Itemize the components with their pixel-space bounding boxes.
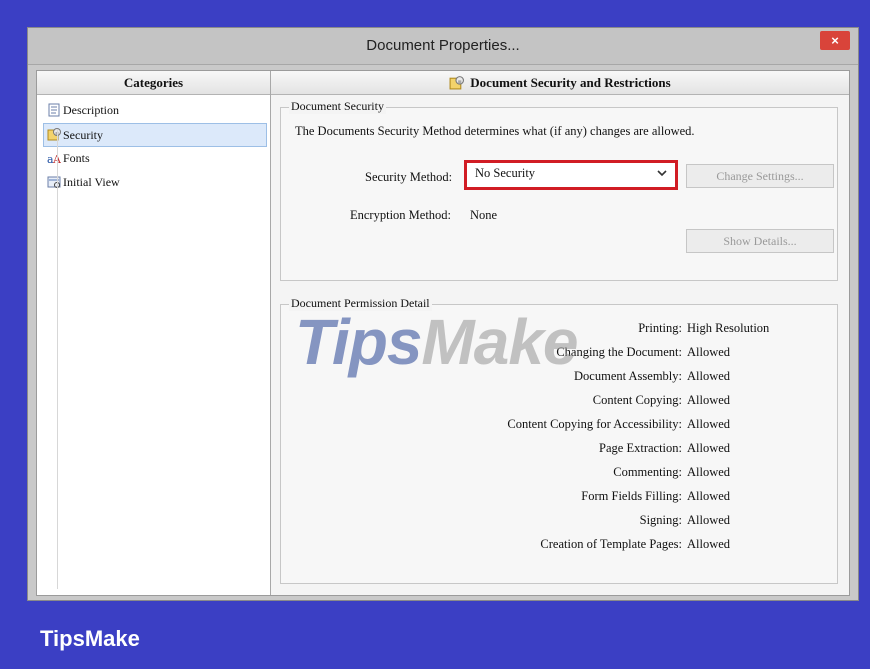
main-header: Document Security and Restrictions xyxy=(271,71,849,95)
permission-value: Allowed xyxy=(687,393,731,407)
permission-value: Allowed xyxy=(687,465,731,479)
document-security-group: Document Security The Documents Security… xyxy=(280,99,838,281)
permission-value: Allowed xyxy=(687,345,731,359)
brand-logo: TipsMake xyxy=(40,626,140,651)
show-details-button[interactable]: Show Details... xyxy=(686,229,834,253)
permission-label: Content Copying: xyxy=(592,393,682,407)
change-settings-button[interactable]: Change Settings... xyxy=(686,164,834,188)
permission-value: High Resolution xyxy=(687,321,770,335)
categories-list: Description Security a A Fonts Initial V… xyxy=(37,99,270,195)
chevron-down-icon xyxy=(657,170,667,177)
permission-value: Allowed xyxy=(687,489,731,503)
permission-label: Page Extraction: xyxy=(599,441,682,455)
permission-label: Creation of Template Pages: xyxy=(540,537,682,551)
permission-label: Signing: xyxy=(639,513,682,527)
category-label: Fonts xyxy=(63,151,90,165)
permission-row-page-extraction: Page Extraction: Allowed xyxy=(281,441,837,461)
watermark-logo: TipsMake xyxy=(295,305,579,379)
description-icon xyxy=(48,103,60,117)
encryption-method-label: Encryption Method: xyxy=(350,208,452,222)
security-method-dropdown[interactable]: No Security xyxy=(464,160,678,190)
categories-scroll-gutter xyxy=(37,129,58,589)
security-method-value: No Security xyxy=(475,166,536,180)
permission-row-form-filling: Form Fields Filling: Allowed xyxy=(281,489,837,509)
category-item-description[interactable]: Description xyxy=(37,99,270,123)
permission-label: Printing: xyxy=(638,321,682,335)
permission-value: Allowed xyxy=(687,417,731,431)
main-header-title: Document Security and Restrictions xyxy=(470,75,671,90)
permission-value: Allowed xyxy=(687,369,731,383)
security-description: The Documents Security Method determines… xyxy=(295,124,695,138)
categories-header: Categories xyxy=(37,71,270,95)
category-item-initial-view[interactable]: Initial View xyxy=(37,171,270,195)
permission-row-accessibility: Content Copying for Accessibility: Allow… xyxy=(281,417,837,437)
permission-value: Allowed xyxy=(687,513,731,527)
group-legend: Document Security xyxy=(289,99,386,114)
encryption-method-value: None xyxy=(470,208,498,222)
permission-row-signing: Signing: Allowed xyxy=(281,513,837,533)
category-item-security[interactable]: Security xyxy=(43,123,267,147)
category-label: Description xyxy=(63,103,119,117)
permission-label: Document Assembly: xyxy=(574,369,682,383)
permission-row-template-pages: Creation of Template Pages: Allowed xyxy=(281,537,837,557)
permission-label: Commenting: xyxy=(613,465,682,479)
permission-label: Form Fields Filling: xyxy=(581,489,682,503)
category-label: Initial View xyxy=(63,175,120,189)
permission-value: Allowed xyxy=(687,537,731,551)
watermark-part1: Tips xyxy=(295,306,422,378)
category-item-fonts[interactable]: a A Fonts xyxy=(37,147,270,171)
title-bar[interactable]: Document Properties... × xyxy=(28,28,858,65)
category-label: Security xyxy=(63,128,103,142)
categories-panel: Categories Description Security a A Font… xyxy=(37,71,271,595)
permission-row-commenting: Commenting: Allowed xyxy=(281,465,837,485)
security-icon xyxy=(449,76,465,90)
window-title: Document Properties... xyxy=(366,37,520,54)
security-method-label: Security Method: xyxy=(365,170,453,184)
permission-row-content-copying: Content Copying: Allowed xyxy=(281,393,837,413)
close-button[interactable]: × xyxy=(820,31,850,50)
watermark-part2: Make xyxy=(421,306,578,378)
permission-label: Content Copying for Accessibility: xyxy=(507,417,682,431)
permission-value: Allowed xyxy=(687,441,731,455)
